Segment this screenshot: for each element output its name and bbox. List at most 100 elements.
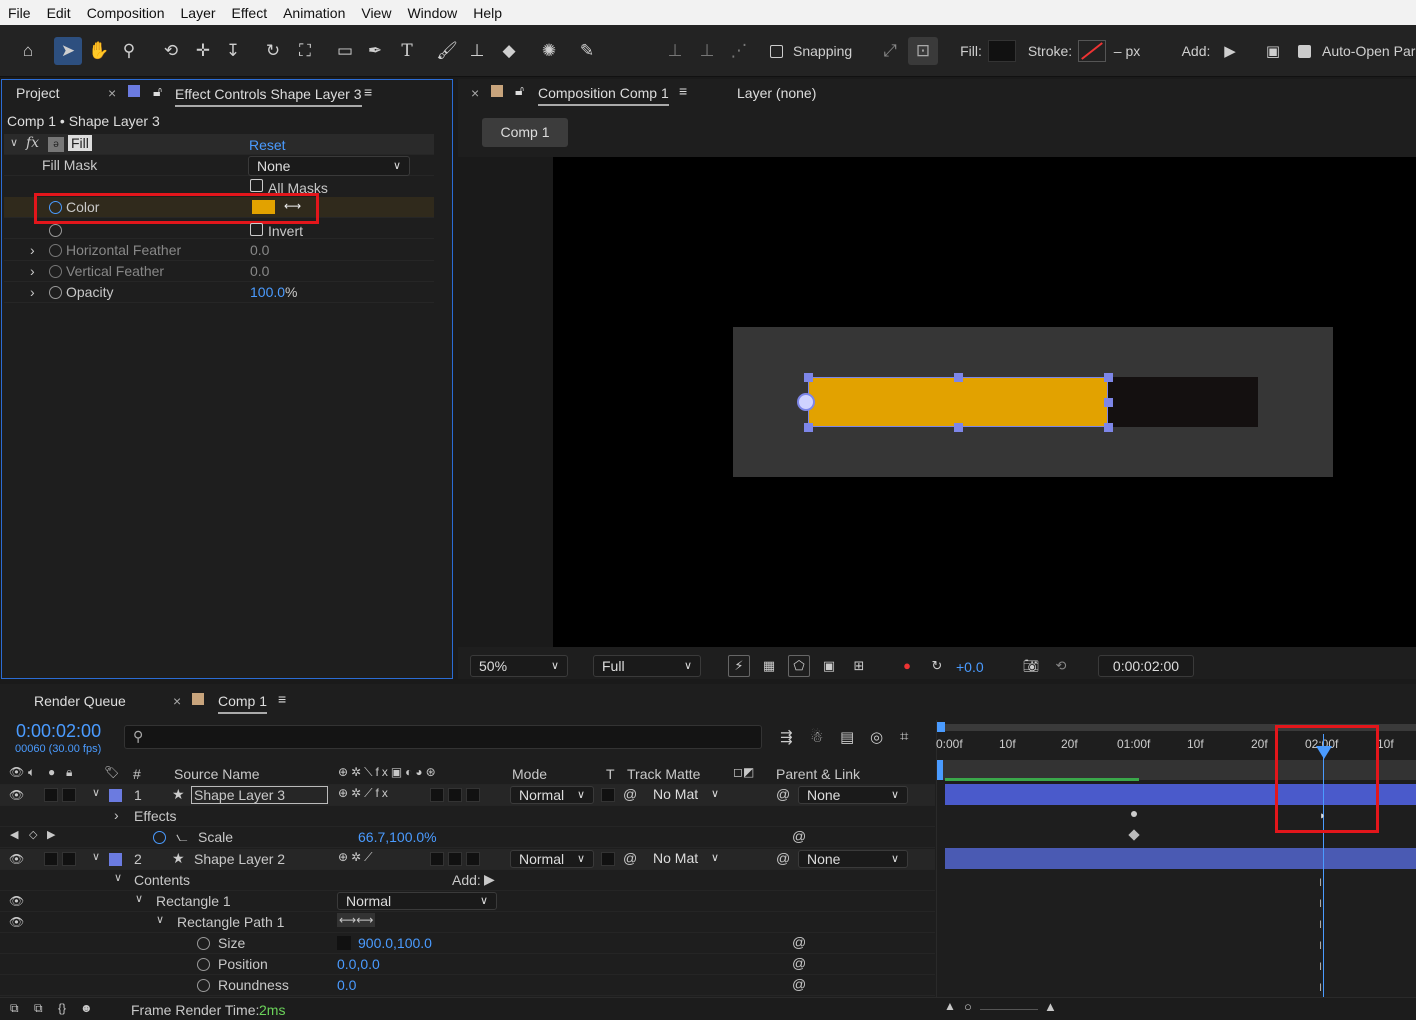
label-icon[interactable]: 🏷︎ (104, 765, 119, 779)
size-value[interactable]: 900.0,100.0 (358, 935, 432, 951)
comp-mini-flowchart-icon[interactable]: ⇶ (780, 728, 793, 746)
fast-previews-icon[interactable]: ⚡ (728, 655, 750, 677)
selection-tool-icon[interactable]: ➤ (54, 37, 82, 65)
eye-icon[interactable]: 👁︎ (9, 788, 24, 802)
work-area-start[interactable] (937, 722, 945, 732)
switch-box[interactable] (430, 788, 444, 802)
audio-toggle[interactable] (44, 788, 58, 802)
fill-mask-dropdown[interactable]: None ∨ (248, 156, 410, 176)
stopwatch-icon[interactable] (197, 979, 210, 992)
stopwatch-icon[interactable] (197, 937, 210, 950)
lock-column-icon[interactable]: 🔒︎ (66, 765, 72, 780)
transform-handle[interactable] (804, 423, 813, 432)
pan-camera-icon[interactable]: ✛ (190, 37, 216, 65)
position-value[interactable]: 0.0,0.0 (337, 956, 380, 972)
reset-button[interactable]: Reset (249, 137, 286, 153)
opacity-row[interactable]: › Opacity 100.0% (4, 282, 434, 303)
switch-box[interactable] (448, 852, 462, 866)
stopwatch-icon[interactable] (197, 958, 210, 971)
comp-breadcrumb-button[interactable]: Comp 1 (482, 118, 568, 147)
menu-composition[interactable]: Composition (79, 5, 173, 21)
blend-mode-dropdown[interactable]: Normal ∨ (337, 892, 497, 910)
parent-dropdown[interactable]: None ∨ (798, 786, 908, 804)
roto-brush-icon[interactable]: ✺ (536, 37, 562, 65)
audio-toggle[interactable] (44, 852, 58, 866)
rotate-tool-icon[interactable]: ↻ (260, 37, 286, 65)
snapping-checkbox[interactable] (770, 44, 783, 58)
region-of-interest-icon[interactable]: ▣ (818, 655, 840, 677)
tab-render-queue[interactable]: Render Queue (34, 693, 126, 709)
tab-project[interactable]: Project (16, 85, 60, 101)
layer-switches-toggle-icon[interactable]: ⧉ (10, 1001, 19, 1016)
motion-blur-icon[interactable]: ◎ (870, 728, 883, 746)
frame-blending-icon[interactable]: ▤ (840, 728, 854, 746)
stroke-width-label[interactable]: – px (1112, 37, 1142, 65)
home-icon[interactable]: ⌂ (14, 37, 42, 65)
layer-name[interactable]: Shape Layer 2 (194, 851, 285, 867)
layer-search-input[interactable]: ⚲ (124, 725, 762, 749)
color-channels-icon[interactable]: ● (896, 655, 918, 677)
scale-row[interactable]: ◀ ◇ ▶ ⦦ Scale 66.7,100.0% @ (0, 827, 935, 848)
lock-icon[interactable]: 🔓︎ (515, 82, 524, 99)
transform-handle[interactable] (1104, 373, 1113, 382)
eraser-tool-icon[interactable]: ◆ (496, 37, 522, 65)
anchor-point-icon[interactable] (797, 393, 815, 411)
opacity-value[interactable]: 100.0 (250, 284, 285, 300)
vertical-feather-row[interactable]: › Vertical Feather 0.0 (4, 261, 434, 282)
zoom-out-icon[interactable]: ▲ (944, 999, 956, 1013)
next-keyframe-icon[interactable]: ▶ (47, 828, 55, 841)
chevron-right-icon[interactable]: › (114, 807, 119, 823)
expression-pickwhip-icon[interactable]: @ (792, 976, 806, 992)
switch-box[interactable] (466, 788, 480, 802)
menu-effect[interactable]: Effect (224, 5, 276, 21)
switches-icon[interactable]: ⊕✲⟍fx▣◐◕⊛ (338, 765, 439, 780)
chevron-down-icon[interactable]: ∨ (92, 786, 100, 799)
position-row[interactable]: Position 0.0,0.0 @ (0, 954, 935, 975)
col-track-matte[interactable]: Track Matte (627, 766, 700, 782)
add-keyframe-icon[interactable]: ◇ (29, 828, 37, 841)
graph-icon[interactable]: ⦦ (176, 828, 188, 845)
rectangle-group-row[interactable]: 👁︎ ∨ Rectangle 1 Normal ∨ (0, 891, 935, 912)
vertical-feather-value[interactable]: 0.0 (250, 263, 269, 279)
chevron-right-icon[interactable]: › (30, 242, 35, 258)
constrain-proportions-icon[interactable] (337, 936, 351, 950)
mask-visibility-icon[interactable]: ⬠ (788, 655, 810, 677)
fx-icon[interactable]: fx (26, 135, 39, 151)
zoom-in-icon[interactable]: ▲ (1044, 999, 1057, 1014)
stopwatch-icon[interactable] (49, 224, 62, 237)
stopwatch-icon[interactable] (153, 831, 166, 844)
keyframe-diamond[interactable] (1128, 829, 1140, 841)
timeline-tracks[interactable]: 0:00f 10f 20f 01:00f 10f 20f 02:00f 10f … (936, 720, 1416, 997)
lock-icon[interactable]: 🔓︎ (153, 83, 162, 100)
expression-pickwhip-icon[interactable]: @ (792, 955, 806, 971)
preserve-transparency-toggle[interactable] (601, 788, 615, 802)
orbit-camera-icon[interactable]: ⟲ (158, 37, 184, 65)
horizontal-feather-value[interactable]: 0.0 (250, 242, 269, 258)
zoom-slider-track[interactable] (980, 1009, 1038, 1010)
snap-grid-icon[interactable]: ⊡ (908, 37, 938, 65)
stopwatch-icon[interactable] (49, 244, 62, 257)
close-icon[interactable]: × (108, 85, 116, 101)
snapping-toggle[interactable]: Snapping (770, 37, 870, 65)
close-icon[interactable]: × (471, 85, 479, 101)
chevron-right-icon[interactable]: › (30, 284, 35, 300)
menu-animation[interactable]: Animation (275, 5, 353, 21)
panel-menu-icon[interactable]: ≡ (278, 691, 286, 707)
parent-pickwhip-icon[interactable]: @ (776, 850, 790, 866)
view-axis-icon[interactable]: ⋰ (726, 37, 752, 65)
camera-snapshot-icon[interactable]: 📷︎ (1020, 655, 1042, 677)
tab-comp-1[interactable]: Comp 1 (218, 693, 268, 714)
menu-edit[interactable]: Edit (39, 5, 79, 21)
chevron-right-icon[interactable]: › (30, 263, 35, 279)
snap-options-icon[interactable]: ⤢ (878, 37, 902, 65)
eye-icon[interactable]: 👁︎ (9, 765, 24, 779)
pan-behind-icon[interactable]: ⛶ (292, 37, 318, 65)
layer-2-duration-bar[interactable] (945, 848, 1416, 869)
invert-checkbox[interactable] (250, 223, 263, 236)
layer-name[interactable]: Shape Layer 3 (191, 786, 328, 804)
shy-layers-icon[interactable]: ☃ (810, 728, 823, 746)
current-time[interactable]: 0:00:02:00 (16, 721, 101, 742)
type-tool-icon[interactable]: T (394, 37, 420, 65)
roundness-value[interactable]: 0.0 (337, 977, 356, 993)
transparency-grid-icon[interactable]: ▦ (758, 655, 780, 677)
